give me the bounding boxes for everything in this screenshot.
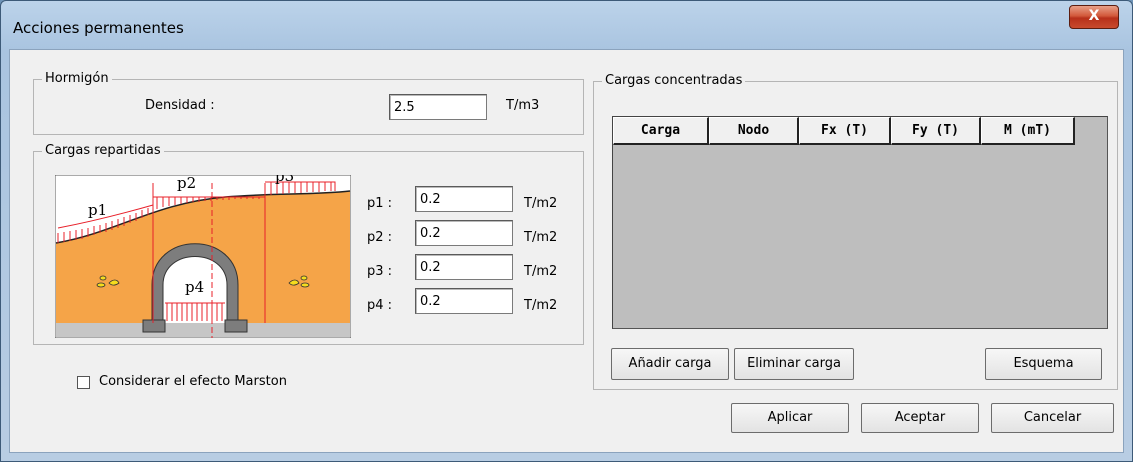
add-load-button[interactable]: Añadir carga — [611, 348, 729, 380]
column-header-nodo[interactable]: Nodo — [709, 117, 799, 145]
diagram-label-p2: p2 — [177, 175, 196, 192]
apply-button[interactable]: Aplicar — [731, 403, 849, 433]
p2-input[interactable] — [415, 220, 513, 246]
p4-unit: T/m2 — [524, 298, 558, 313]
cargas-table[interactable]: Carga Nodo Fx (T) Fy (T) M (mT) — [612, 116, 1108, 329]
marston-checkbox[interactable] — [77, 376, 90, 389]
densidad-input[interactable] — [389, 94, 487, 120]
hormigon-group-title: Hormigón — [42, 71, 112, 87]
diagram-label-p3: p3 — [275, 175, 294, 185]
column-header-fx[interactable]: Fx (T) — [799, 117, 891, 145]
cargas-concentradas-title: Cargas concentradas — [602, 73, 746, 89]
ground-strip — [56, 323, 350, 337]
title-bar[interactable]: Acciones permanentes X — [1, 1, 1132, 47]
cargas-repartidas-title: Cargas repartidas — [42, 143, 164, 159]
p1-label: p1 : — [367, 196, 393, 211]
column-header-carga[interactable]: Carga — [613, 117, 709, 145]
p2-label: p2 : — [367, 230, 393, 245]
densidad-label: Densidad : — [145, 98, 215, 113]
p3-label: p3 : — [367, 264, 393, 279]
close-button[interactable]: X — [1069, 5, 1119, 29]
window-title: Acciones permanentes — [13, 19, 184, 37]
p4-input[interactable] — [415, 288, 513, 314]
dialog-window: Acciones permanentes X Hormigón Densidad… — [0, 0, 1133, 462]
column-header-m[interactable]: M (mT) — [981, 117, 1075, 145]
remove-load-button[interactable]: Eliminar carga — [734, 348, 854, 380]
cargas-table-header: Carga Nodo Fx (T) Fy (T) M (mT) — [613, 117, 1075, 145]
p4-label: p4 : — [367, 298, 393, 313]
densidad-unit: T/m3 — [506, 98, 540, 113]
p3-input[interactable] — [415, 254, 513, 280]
p3-unit: T/m2 — [524, 264, 558, 279]
p1-unit: T/m2 — [524, 196, 558, 211]
dialog-client-area: Hormigón Densidad : T/m3 Cargas repartid… — [9, 49, 1124, 453]
close-icon: X — [1088, 8, 1100, 24]
marston-label[interactable]: Considerar el efecto Marston — [99, 374, 287, 390]
scheme-button[interactable]: Esquema — [985, 348, 1102, 380]
accept-button[interactable]: Aceptar — [861, 403, 979, 433]
arch-load-diagram: p1 p2 p3 p4 — [55, 175, 351, 338]
p2-unit: T/m2 — [524, 230, 558, 245]
diagram-label-p4: p4 — [185, 278, 204, 296]
hormigon-group: Hormigón Densidad : T/m3 — [33, 71, 584, 135]
arch-footing-right — [224, 319, 248, 333]
diagram-label-p1: p1 — [88, 201, 107, 219]
p1-input[interactable] — [415, 186, 513, 212]
arch-footing-left — [142, 319, 166, 333]
column-header-fy[interactable]: Fy (T) — [891, 117, 981, 145]
cancel-button[interactable]: Cancelar — [991, 403, 1114, 433]
